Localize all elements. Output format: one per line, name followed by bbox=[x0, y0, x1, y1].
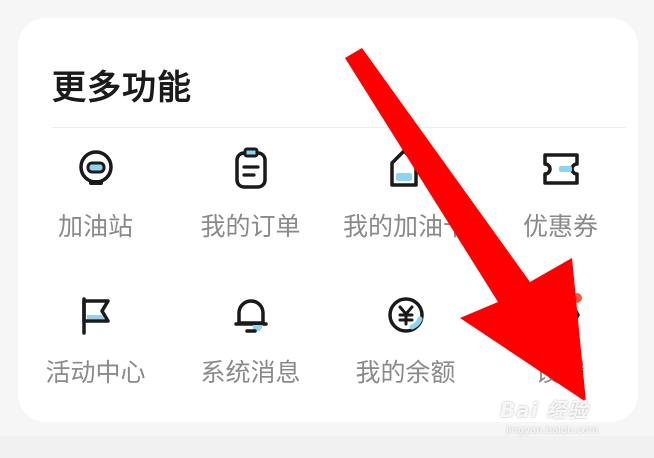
feature-label: 我的订单 bbox=[200, 212, 301, 241]
flag-icon bbox=[72, 291, 120, 339]
watermark-url: jingyan.baidu.com bbox=[506, 425, 599, 436]
feature-label: 系统消息 bbox=[200, 358, 301, 387]
watermark-logo-text: Bai 经验 bbox=[500, 398, 589, 422]
notification-dot bbox=[571, 293, 582, 303]
feature-item-my-balance[interactable]: 我的余额 bbox=[328, 281, 483, 405]
bell-icon bbox=[227, 291, 275, 339]
coupon-icon bbox=[537, 145, 585, 193]
feature-item-my-orders[interactable]: 我的订单 bbox=[173, 135, 328, 281]
feature-item-coupon[interactable]: 优惠券 bbox=[483, 135, 638, 281]
divider bbox=[52, 127, 626, 128]
feature-label: 活动中心 bbox=[45, 358, 146, 387]
feature-item-activity-center[interactable]: 活动中心 bbox=[18, 281, 173, 405]
order-clipboard-icon bbox=[227, 145, 275, 193]
feature-label: 加油站 bbox=[57, 212, 133, 241]
feature-label: 设置 bbox=[535, 358, 586, 387]
settings-hex-icon bbox=[537, 291, 585, 339]
feature-item-settings[interactable]: 设置 bbox=[483, 281, 638, 405]
feature-label: 我的余额 bbox=[355, 358, 456, 387]
features-grid: 加油站 我的订单 我的加油卡 优惠券 活动中心 系统消息 我的余额 设置 bbox=[18, 135, 638, 405]
gas-station-icon bbox=[72, 145, 120, 193]
bottom-area bbox=[0, 436, 654, 458]
feature-label: 我的加油卡 bbox=[342, 212, 468, 241]
yuan-coin-icon bbox=[382, 291, 430, 339]
fuel-card-icon bbox=[382, 145, 430, 193]
baidu-jingyan-watermark: Bai 经验 jingyan.baidu.com bbox=[500, 394, 598, 436]
feature-item-system-messages[interactable]: 系统消息 bbox=[173, 281, 328, 405]
section-title: 更多功能 bbox=[52, 68, 192, 108]
feature-item-gas-station[interactable]: 加油站 bbox=[18, 135, 173, 281]
feature-label: 优惠券 bbox=[522, 212, 598, 241]
feature-item-my-fuel-card[interactable]: 我的加油卡 bbox=[328, 135, 483, 281]
